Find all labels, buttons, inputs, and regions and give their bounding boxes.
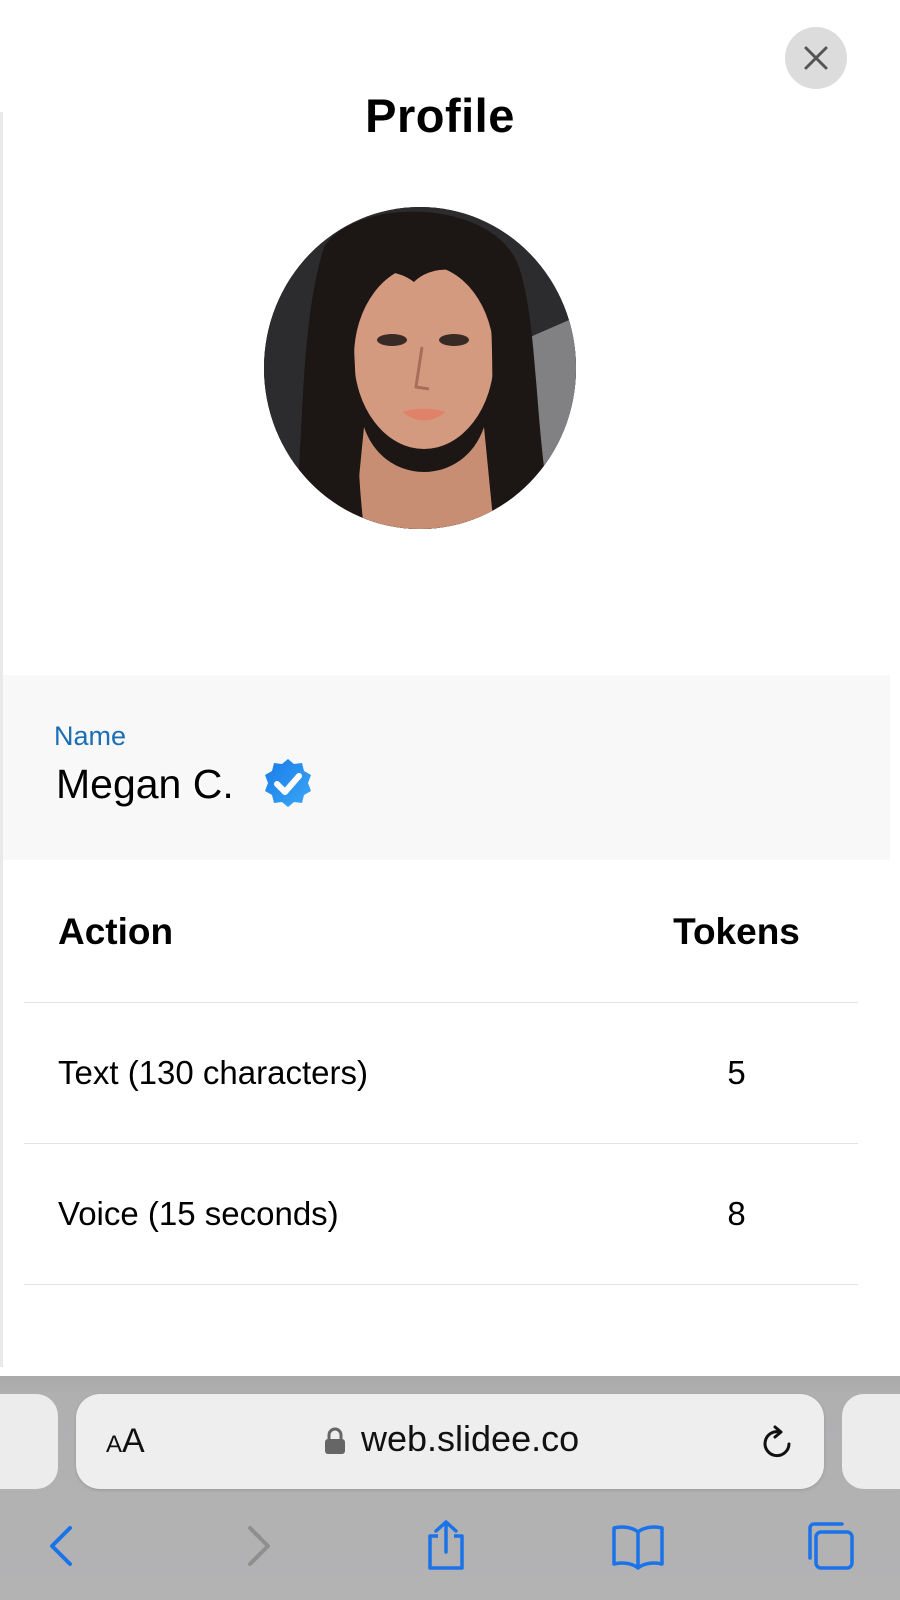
- header-tokens: Tokens: [673, 911, 800, 952]
- close-button[interactable]: [785, 27, 847, 89]
- close-icon: [804, 46, 828, 70]
- bookmarks-icon: [612, 1525, 664, 1570]
- tabs-button[interactable]: [800, 1516, 860, 1576]
- tabs-icon: [808, 1522, 854, 1570]
- profile-photo: [264, 207, 576, 529]
- tokens-table: Action Tokens Text (130 characters) 5 Vo…: [24, 862, 858, 1285]
- verified-badge-icon: [265, 759, 311, 807]
- text-size-large: A: [122, 1422, 145, 1460]
- page-title: Profile: [365, 89, 515, 142]
- forward-icon: [248, 1526, 270, 1566]
- previous-tab-preview[interactable]: [0, 1394, 58, 1489]
- back-button[interactable]: [32, 1516, 92, 1576]
- text-size-button[interactable]: AA: [106, 1422, 145, 1461]
- row-action: Text (130 characters): [58, 1054, 368, 1091]
- reload-icon[interactable]: [760, 1424, 796, 1462]
- lock-icon: [325, 1427, 345, 1454]
- bookmarks-button[interactable]: [608, 1516, 668, 1576]
- forward-button[interactable]: [228, 1516, 288, 1576]
- table-row: Text (130 characters) 5: [24, 1003, 858, 1144]
- share-icon: [428, 1520, 464, 1570]
- avatar: [264, 207, 576, 529]
- name-label: Name: [54, 721, 127, 751]
- header-action: Action: [58, 911, 174, 952]
- url-text[interactable]: web.slidee.co: [361, 1418, 579, 1460]
- table-row: Voice (15 seconds) 8: [24, 1144, 858, 1285]
- profile-name: Megan C.: [56, 761, 234, 807]
- text-size-small: A: [106, 1431, 123, 1458]
- next-tab-preview[interactable]: [842, 1394, 900, 1489]
- address-bar[interactable]: AA web.slidee.co: [76, 1394, 824, 1489]
- browser-toolbar: AA web.slidee.co: [0, 1376, 900, 1600]
- row-action: Voice (15 seconds): [58, 1195, 339, 1232]
- share-button[interactable]: [416, 1516, 476, 1576]
- back-icon: [50, 1526, 72, 1566]
- name-section: Name Megan C.: [3, 675, 890, 860]
- row-tokens: 8: [727, 1195, 746, 1232]
- table-header-row: Action Tokens: [24, 862, 858, 1003]
- row-tokens: 5: [727, 1054, 746, 1091]
